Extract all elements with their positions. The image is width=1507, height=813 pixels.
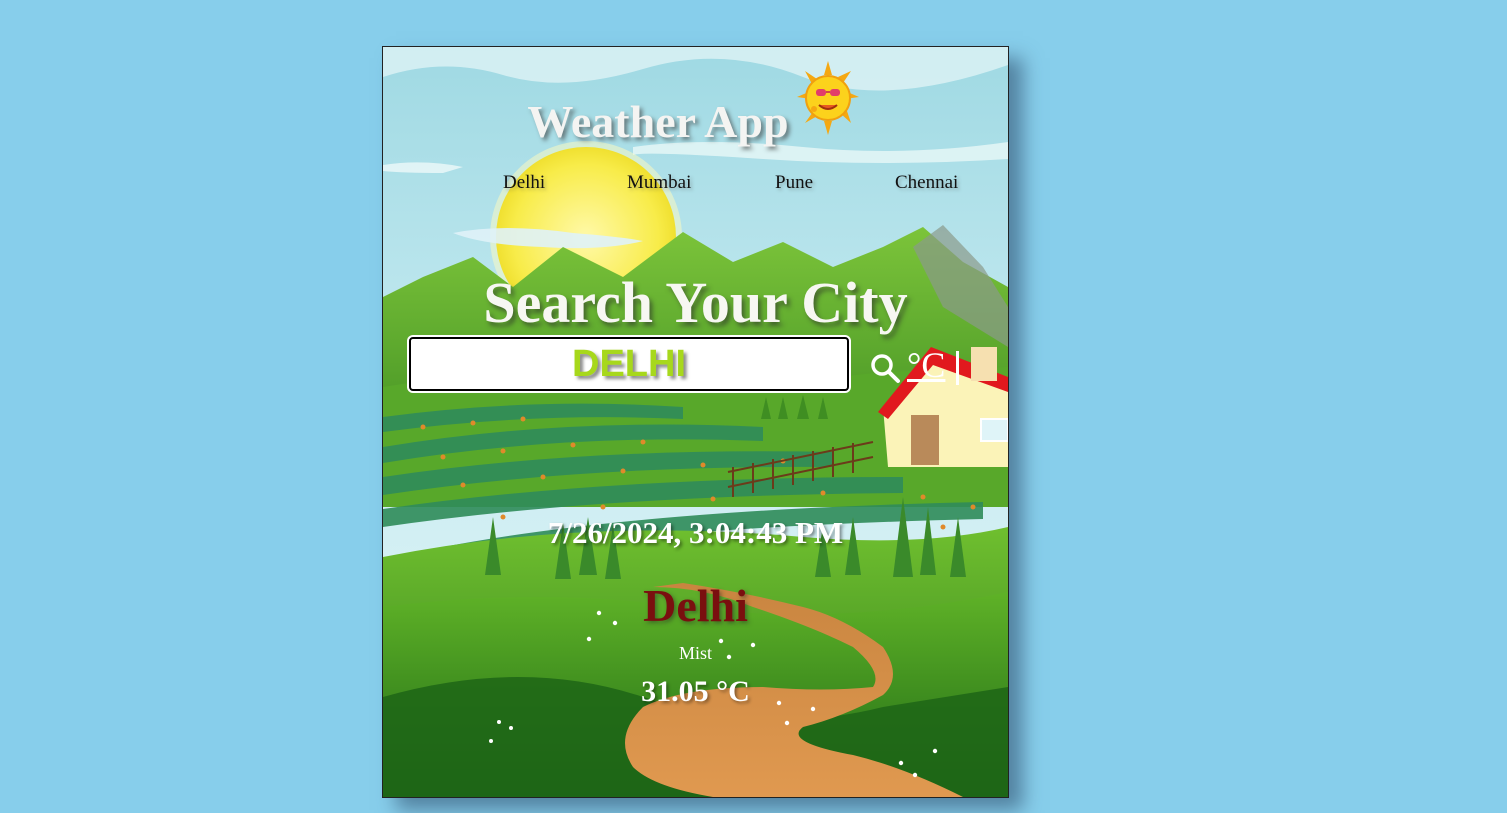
current-datetime: 7/26/2024, 3:04:43 PM (547, 515, 844, 550)
search-heading: Search Your City (483, 270, 908, 335)
nav-link-pune[interactable]: Pune (775, 172, 813, 194)
unit-toggle-link[interactable]: °C (907, 343, 945, 387)
nav-link-mumbai[interactable]: Mumbai (627, 172, 691, 194)
sun-mascot-icon (797, 61, 859, 135)
nav-link-chennai[interactable]: Chennai (895, 172, 958, 194)
weather-card: Weather App Delhi Mumbai Pune Chennai Se… (382, 46, 1009, 798)
nav-link-delhi[interactable]: Delhi (503, 172, 545, 194)
temperature-value: 31.05 °C (641, 675, 750, 708)
app-title: Weather App (527, 96, 789, 147)
weather-condition: Mist (678, 643, 712, 663)
search-icon[interactable] (869, 352, 901, 384)
city-search-input[interactable] (409, 337, 849, 391)
city-nav: Delhi Mumbai Pune Chennai (383, 172, 1008, 198)
city-name: Delhi (643, 580, 748, 631)
text-cursor (956, 351, 959, 385)
